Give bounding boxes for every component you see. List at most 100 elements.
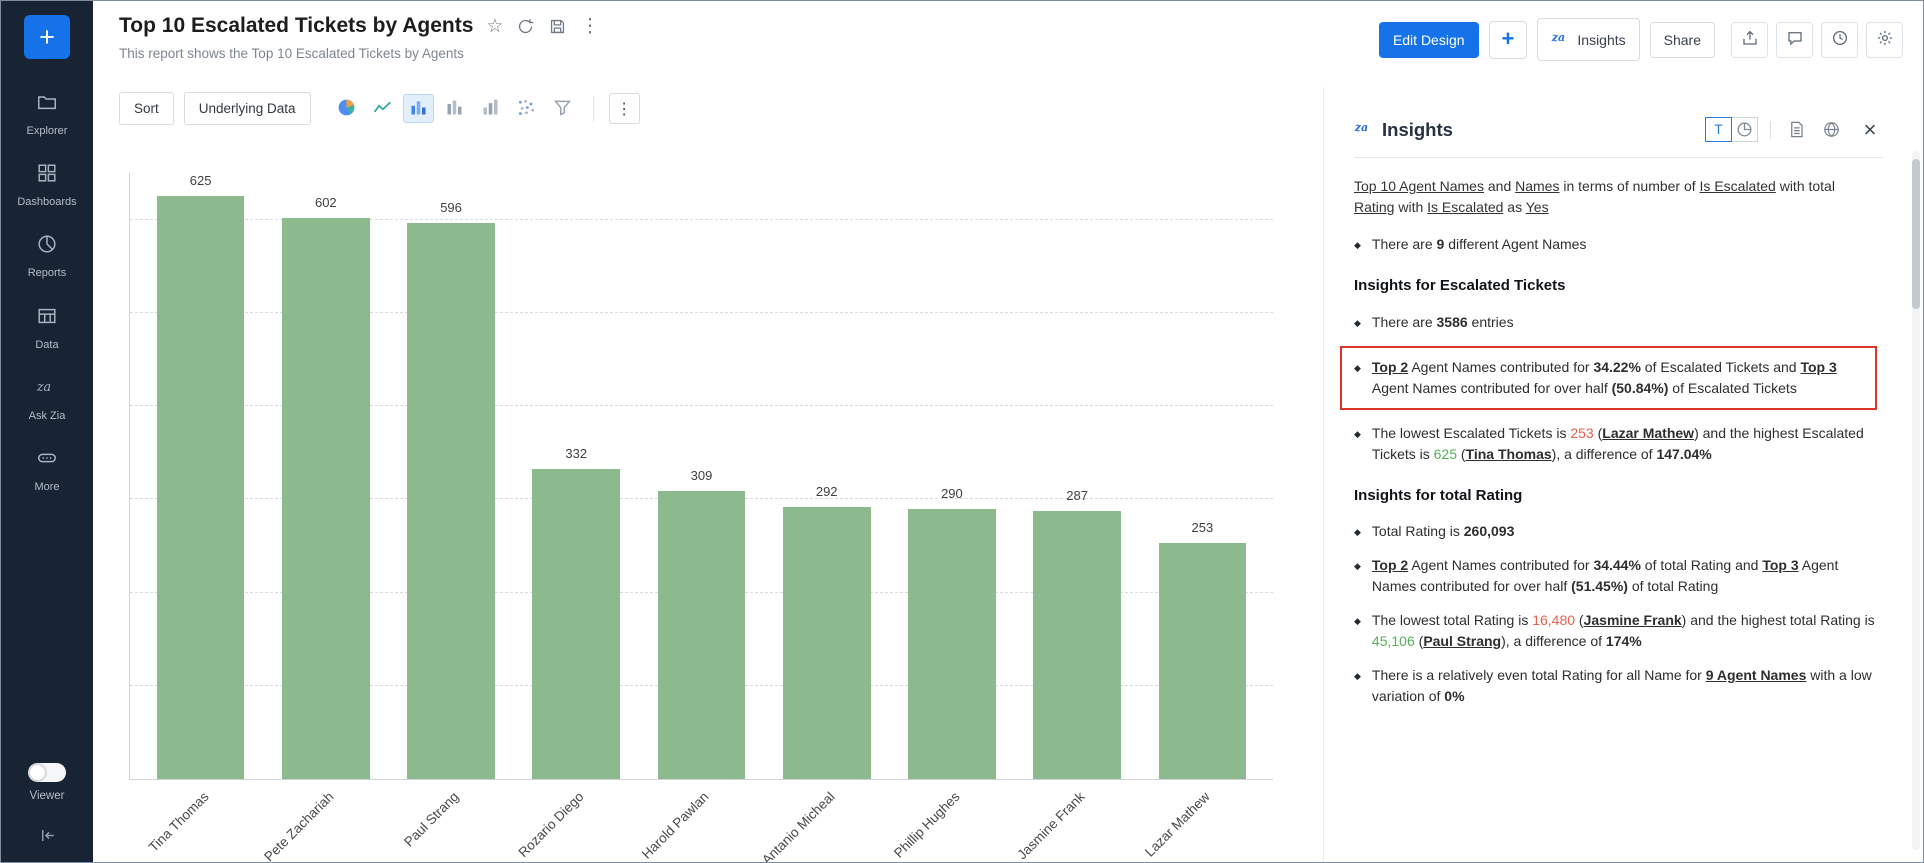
sidebar-item-data[interactable]: Data — [17, 293, 76, 364]
refresh-icon[interactable] — [516, 17, 535, 36]
funnel-chart-type-button[interactable] — [547, 94, 578, 123]
chart-view-toggle[interactable] — [1731, 117, 1758, 142]
bar-slot-rozario-diego: 332Rozario Diego — [514, 173, 639, 779]
sidebar-item-reports[interactable]: Reports — [17, 221, 76, 292]
funnel-chart-icon — [552, 97, 573, 121]
bar-value-label: 287 — [1033, 488, 1121, 503]
bar-value-label: 332 — [532, 446, 620, 461]
folder-icon — [36, 91, 58, 118]
collapse-sidebar-button[interactable] — [38, 826, 57, 848]
scatter-chart-type-button[interactable] — [511, 94, 542, 123]
bar-phillip-hughes[interactable]: 290 — [908, 509, 996, 779]
insight-text: The lowest Escalated Tickets is 253 (Laz… — [1372, 423, 1877, 465]
add-button[interactable]: + — [1489, 21, 1528, 59]
bar-jasmine-frank[interactable]: 287 — [1033, 511, 1121, 779]
insight-bullet: ◆There are 3586 entries — [1354, 312, 1877, 333]
bar-tina-thomas[interactable]: 625 — [157, 196, 245, 779]
header-actions: Edit Design + za Insights Share — [1379, 14, 1903, 61]
bar-stacked-chart-type-button[interactable] — [439, 94, 470, 123]
table-icon — [36, 305, 58, 332]
bar-chart: 625Tina Thomas602Pete Zachariah596Paul S… — [93, 130, 1323, 862]
settings-button[interactable] — [1866, 22, 1903, 58]
grid-icon — [36, 162, 58, 189]
bar-value-label: 292 — [783, 484, 871, 499]
scrollbar-thumb[interactable] — [1912, 159, 1920, 309]
category-label: Harold Pawlan — [581, 789, 712, 863]
underlying-data-button[interactable]: Underlying Data — [184, 92, 311, 125]
bar-grouped-chart-type-button[interactable] — [475, 94, 506, 123]
sidebar-item-more[interactable]: More — [17, 435, 76, 506]
insight-bullet: ◆Top 2 Agent Names contributed for 34.44… — [1354, 555, 1877, 597]
bar-lazar-mathew[interactable]: 253 — [1159, 543, 1247, 779]
bullet-diamond-icon: ◆ — [1354, 670, 1361, 707]
pie-chart-icon — [1735, 120, 1754, 139]
bullet-diamond-icon: ◆ — [1354, 560, 1361, 597]
globe-icon — [1822, 120, 1841, 139]
scatter-chart-icon — [516, 97, 537, 121]
report-header: Top 10 Escalated Tickets by Agents ☆ ⋮ T… — [93, 1, 1923, 87]
sidebar-item-label: Dashboards — [17, 196, 76, 209]
zia-icon: za — [1551, 28, 1570, 51]
content-row: Sort Underlying Data ⋮ 625Tina Thomas602… — [93, 87, 1923, 862]
toolbar-more-button[interactable]: ⋮ — [609, 93, 640, 124]
bar-value-label: 290 — [908, 486, 996, 501]
close-insights-button[interactable]: × — [1857, 118, 1883, 142]
insights-button-label: Insights — [1577, 32, 1625, 48]
page-title: Top 10 Escalated Tickets by Agents — [119, 14, 473, 38]
sidebar-item-dashboards[interactable]: Dashboards — [17, 150, 76, 221]
chart-pane: Sort Underlying Data ⋮ 625Tina Thomas602… — [93, 87, 1323, 862]
history-button[interactable] — [1821, 22, 1858, 58]
insights-button[interactable]: za Insights — [1537, 18, 1639, 61]
edit-design-button[interactable]: Edit Design — [1379, 22, 1479, 58]
bar-pete-zachariah[interactable]: 602 — [282, 218, 370, 779]
header-icon-buttons — [1731, 22, 1903, 58]
bar-value-label: 596 — [407, 200, 495, 215]
save-glyph — [548, 17, 567, 36]
document-icon-button[interactable] — [1783, 118, 1809, 142]
insights-header: za Insights T × — [1354, 117, 1883, 158]
insight-bullet: ◆The lowest Escalated Tickets is 253 (La… — [1354, 423, 1877, 465]
category-label: Rozario Diego — [456, 789, 587, 863]
create-new-button[interactable]: + — [24, 15, 70, 59]
insight-text: There are 3586 entries — [1372, 312, 1514, 333]
sidebar-item-explorer[interactable]: Explorer — [17, 79, 76, 150]
pie-chart-icon — [336, 97, 357, 121]
bar-harold-pawlan[interactable]: 309 — [658, 491, 746, 779]
insights-scrollbar[interactable] — [1912, 151, 1920, 850]
analytics-window: + Explorer Dashboards ReportsData za Ask Zia… — [0, 0, 1924, 863]
share-button[interactable]: Share — [1650, 22, 1715, 58]
text-view-toggle[interactable]: T — [1705, 117, 1732, 142]
bar-antanio-micheal[interactable]: 292 — [783, 507, 871, 779]
bar-slot-antanio-micheal: 292Antanio Micheal — [764, 173, 889, 779]
chart-toolbar: Sort Underlying Data ⋮ — [93, 87, 1323, 130]
bar-rozario-diego[interactable]: 332 — [532, 469, 620, 779]
tools-separator — [1770, 121, 1771, 139]
insights-title: Insights — [1382, 119, 1453, 141]
viewer-toggle[interactable] — [28, 763, 66, 782]
insight-bullet: ◆Total Rating is 260,093 — [1354, 521, 1877, 542]
pie-chart-type-button[interactable] — [331, 94, 362, 123]
insight-bullet: ◆There is a relatively even total Rating… — [1354, 665, 1877, 707]
export-button[interactable] — [1731, 22, 1768, 58]
bar-chart-type-button[interactable] — [403, 94, 434, 123]
insights-panel: za Insights T × Top 10 Agent Nam — [1323, 87, 1923, 862]
insight-bullet: ◆The lowest total Rating is 16,480 (Jasm… — [1354, 610, 1877, 652]
save-icon[interactable] — [548, 17, 567, 36]
line-chart-type-button[interactable] — [367, 94, 398, 123]
sort-button[interactable]: Sort — [119, 92, 174, 125]
insights-tools: T × — [1705, 117, 1883, 142]
sidebar-item-label: More — [34, 481, 59, 494]
sidebar-item-label: Ask Zia — [29, 410, 66, 423]
bullet-diamond-icon: ◆ — [1354, 615, 1361, 652]
bar-value-label: 625 — [157, 173, 245, 188]
globe-icon-button[interactable] — [1818, 118, 1844, 142]
bar-slot-lazar-mathew: 253Lazar Mathew — [1140, 173, 1265, 779]
comment-button[interactable] — [1776, 22, 1813, 58]
sidebar-item-ask-zia[interactable]: za Ask Zia — [17, 364, 76, 435]
category-label: Pete Zachariah — [206, 789, 337, 863]
bar-value-label: 602 — [282, 195, 370, 210]
favorite-star-icon[interactable]: ☆ — [486, 17, 503, 36]
svg-text:za: za — [36, 379, 51, 394]
title-more-icon[interactable]: ⋮ — [580, 17, 599, 36]
bar-paul-strang[interactable]: 596 — [407, 223, 495, 779]
